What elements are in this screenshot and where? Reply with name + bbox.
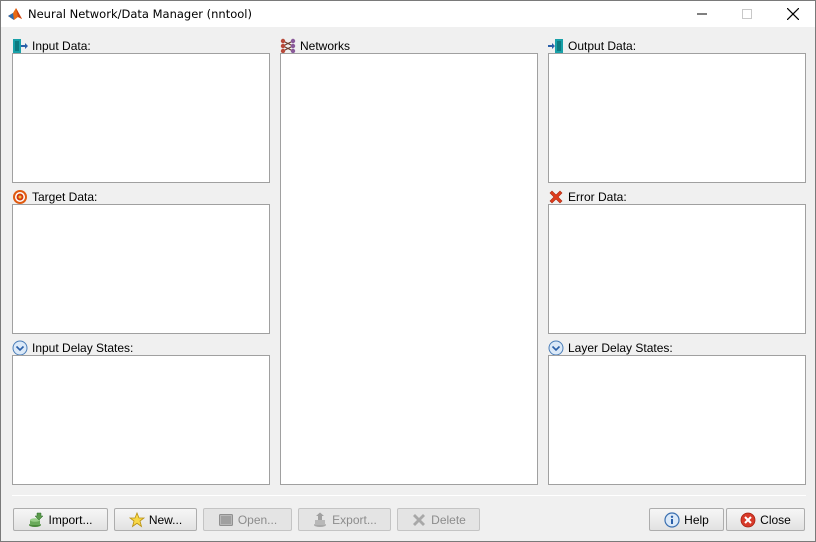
open-button-label: Open... [237, 512, 278, 527]
info-icon [664, 511, 680, 528]
maximize-icon [742, 9, 752, 19]
error-data-label: Error Data: [548, 189, 627, 205]
open-icon [218, 513, 233, 526]
delete-button[interactable]: Delete [397, 508, 480, 531]
delay-icon [548, 340, 564, 356]
input-data-label-text: Input Data: [32, 39, 91, 53]
close-button[interactable]: Close [726, 508, 805, 531]
maximize-button[interactable] [724, 1, 770, 27]
error-icon [549, 190, 563, 204]
target-data-label-text: Target Data: [32, 190, 98, 204]
error-data-label-text: Error Data: [568, 190, 627, 204]
delete-button-label: Delete [431, 512, 466, 527]
layer-delay-states-label-text: Layer Delay States: [568, 341, 673, 355]
help-button[interactable]: Help [649, 508, 724, 531]
output-data-label: Output Data: [548, 38, 636, 54]
title-bar[interactable]: Neural Network/Data Manager (nntool) [1, 1, 815, 27]
delay-icon [12, 340, 28, 356]
input-delay-states-label-text: Input Delay States: [32, 341, 134, 355]
target-icon [13, 190, 27, 204]
layer-delay-states-label: Layer Delay States: [548, 340, 673, 356]
error-data-list[interactable] [548, 204, 806, 334]
minimize-button[interactable] [679, 1, 725, 27]
output-data-list[interactable] [548, 53, 806, 183]
input-data-icon [13, 39, 28, 53]
target-data-list[interactable] [12, 204, 270, 334]
import-button[interactable]: Import... [13, 508, 108, 531]
delete-icon [413, 513, 426, 526]
export-button[interactable]: Export... [298, 508, 391, 531]
export-button-label: Export... [332, 512, 377, 527]
export-icon [314, 512, 327, 527]
minimize-icon [697, 13, 707, 15]
window-title: Neural Network/Data Manager (nntool) [28, 7, 252, 21]
input-data-label: Input Data: [12, 38, 91, 54]
target-data-label: Target Data: [12, 189, 97, 205]
networks-label-text: Networks [300, 39, 351, 53]
input-delay-states-list[interactable] [12, 355, 270, 485]
close-window-button[interactable] [770, 1, 816, 27]
new-star-icon [128, 511, 145, 527]
open-button[interactable]: Open... [203, 508, 292, 531]
networks-list[interactable] [280, 53, 538, 485]
close-button-label: Close [760, 512, 791, 527]
import-button-label: Import... [48, 512, 93, 527]
import-icon [29, 512, 45, 527]
close-circle-icon [740, 512, 756, 527]
button-separator [12, 495, 806, 496]
matlab-logo-icon [8, 8, 22, 20]
networks-label: Networks [280, 38, 350, 54]
nntool-window: Neural Network/Data Manager (nntool) Inp… [0, 0, 816, 542]
help-button-label: Help [684, 512, 709, 527]
input-data-list[interactable] [12, 53, 270, 183]
layer-delay-states-list[interactable] [548, 355, 806, 485]
new-button[interactable]: New... [114, 508, 197, 531]
input-delay-states-label: Input Delay States: [12, 340, 133, 356]
output-data-icon [548, 39, 563, 53]
output-data-label-text: Output Data: [568, 39, 637, 53]
close-icon [787, 8, 799, 20]
network-icon [280, 38, 296, 54]
new-button-label: New... [148, 512, 183, 527]
